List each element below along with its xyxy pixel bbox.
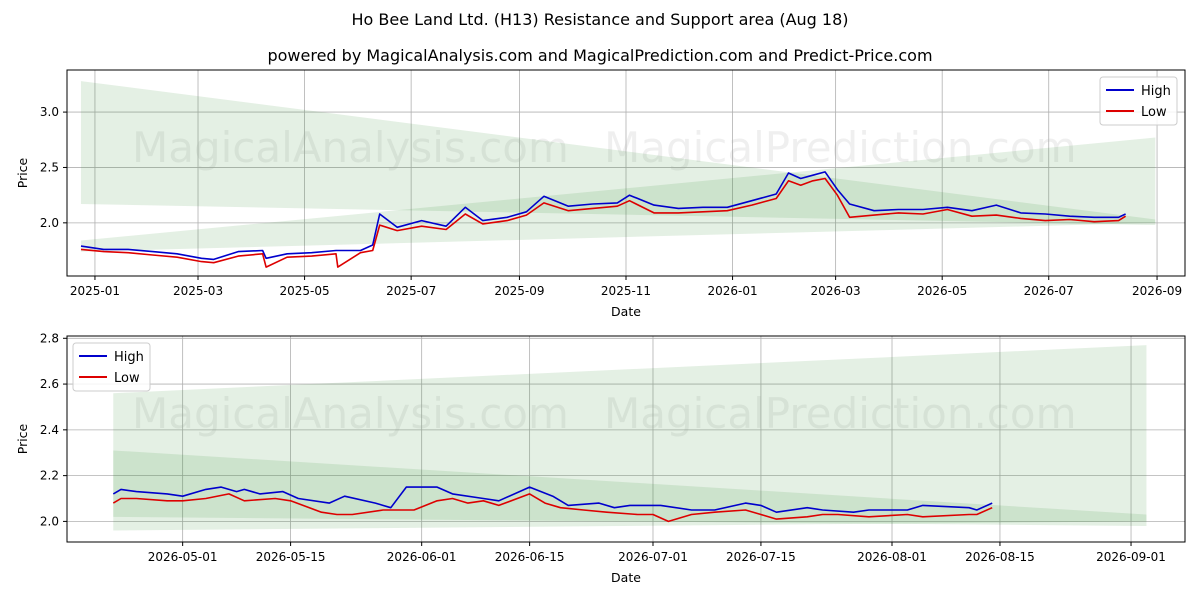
y-axis-label: Price <box>15 423 30 454</box>
y-tick-label: 2.5 <box>40 160 59 174</box>
x-tick-label: 2026-08-01 <box>857 550 927 564</box>
x-tick-label: 2025-11 <box>601 284 651 298</box>
x-tick-label: 2026-07-15 <box>726 550 796 564</box>
legend-label-high: High <box>1141 84 1171 99</box>
bottom-panel: MagicalAnalysis.com MagicalPrediction.com… <box>15 331 1186 585</box>
x-tick-label: 2026-01 <box>707 284 757 298</box>
x-tick-label: 2025-03 <box>173 284 223 298</box>
x-tick-label: 2026-03 <box>811 284 861 298</box>
y-tick-label: 2.0 <box>40 514 59 528</box>
top-panel: MagicalAnalysis.com MagicalPrediction.com… <box>15 69 1186 319</box>
y-tick-label: 2.8 <box>40 331 59 345</box>
x-tick-label: 2025-09 <box>494 284 544 298</box>
x-tick-label: 2026-06-15 <box>495 550 565 564</box>
x-tick-label: 2026-09 <box>1132 284 1182 298</box>
legend-label-high: High <box>114 350 144 365</box>
x-tick-label: 2026-07-01 <box>618 550 688 564</box>
y-axis-label: Price <box>15 157 30 188</box>
chart-figure: MagicalAnalysis.com MagicalPrediction.com… <box>15 69 1186 585</box>
y-tick-label: 2.0 <box>40 216 59 230</box>
y-tick-label: 2.4 <box>40 423 59 437</box>
legend: High Low <box>1099 76 1178 126</box>
x-tick-label: 2026-07 <box>1024 284 1074 298</box>
x-tick-label: 2026-08-15 <box>965 550 1035 564</box>
x-tick-label: 2026-05-15 <box>256 550 326 564</box>
x-tick-label: 2026-05-01 <box>148 550 218 564</box>
x-axis-label: Date <box>611 570 641 585</box>
x-tick-label: 2026-05 <box>917 284 967 298</box>
y-tick-label: 2.2 <box>40 469 59 483</box>
x-axis-label: Date <box>611 304 641 319</box>
y-tick-label: 3.0 <box>40 105 59 119</box>
x-tick-label: 2026-06-01 <box>387 550 457 564</box>
x-tick-label: 2025-05 <box>280 284 330 298</box>
x-tick-label: 2026-09-01 <box>1096 550 1166 564</box>
x-tick-label: 2025-01 <box>70 284 120 298</box>
legend-label-low: Low <box>114 371 140 386</box>
y-tick-label: 2.6 <box>40 377 59 391</box>
x-tick-label: 2025-07 <box>386 284 436 298</box>
legend-label-low: Low <box>1141 105 1167 120</box>
legend: High Low <box>72 342 151 392</box>
